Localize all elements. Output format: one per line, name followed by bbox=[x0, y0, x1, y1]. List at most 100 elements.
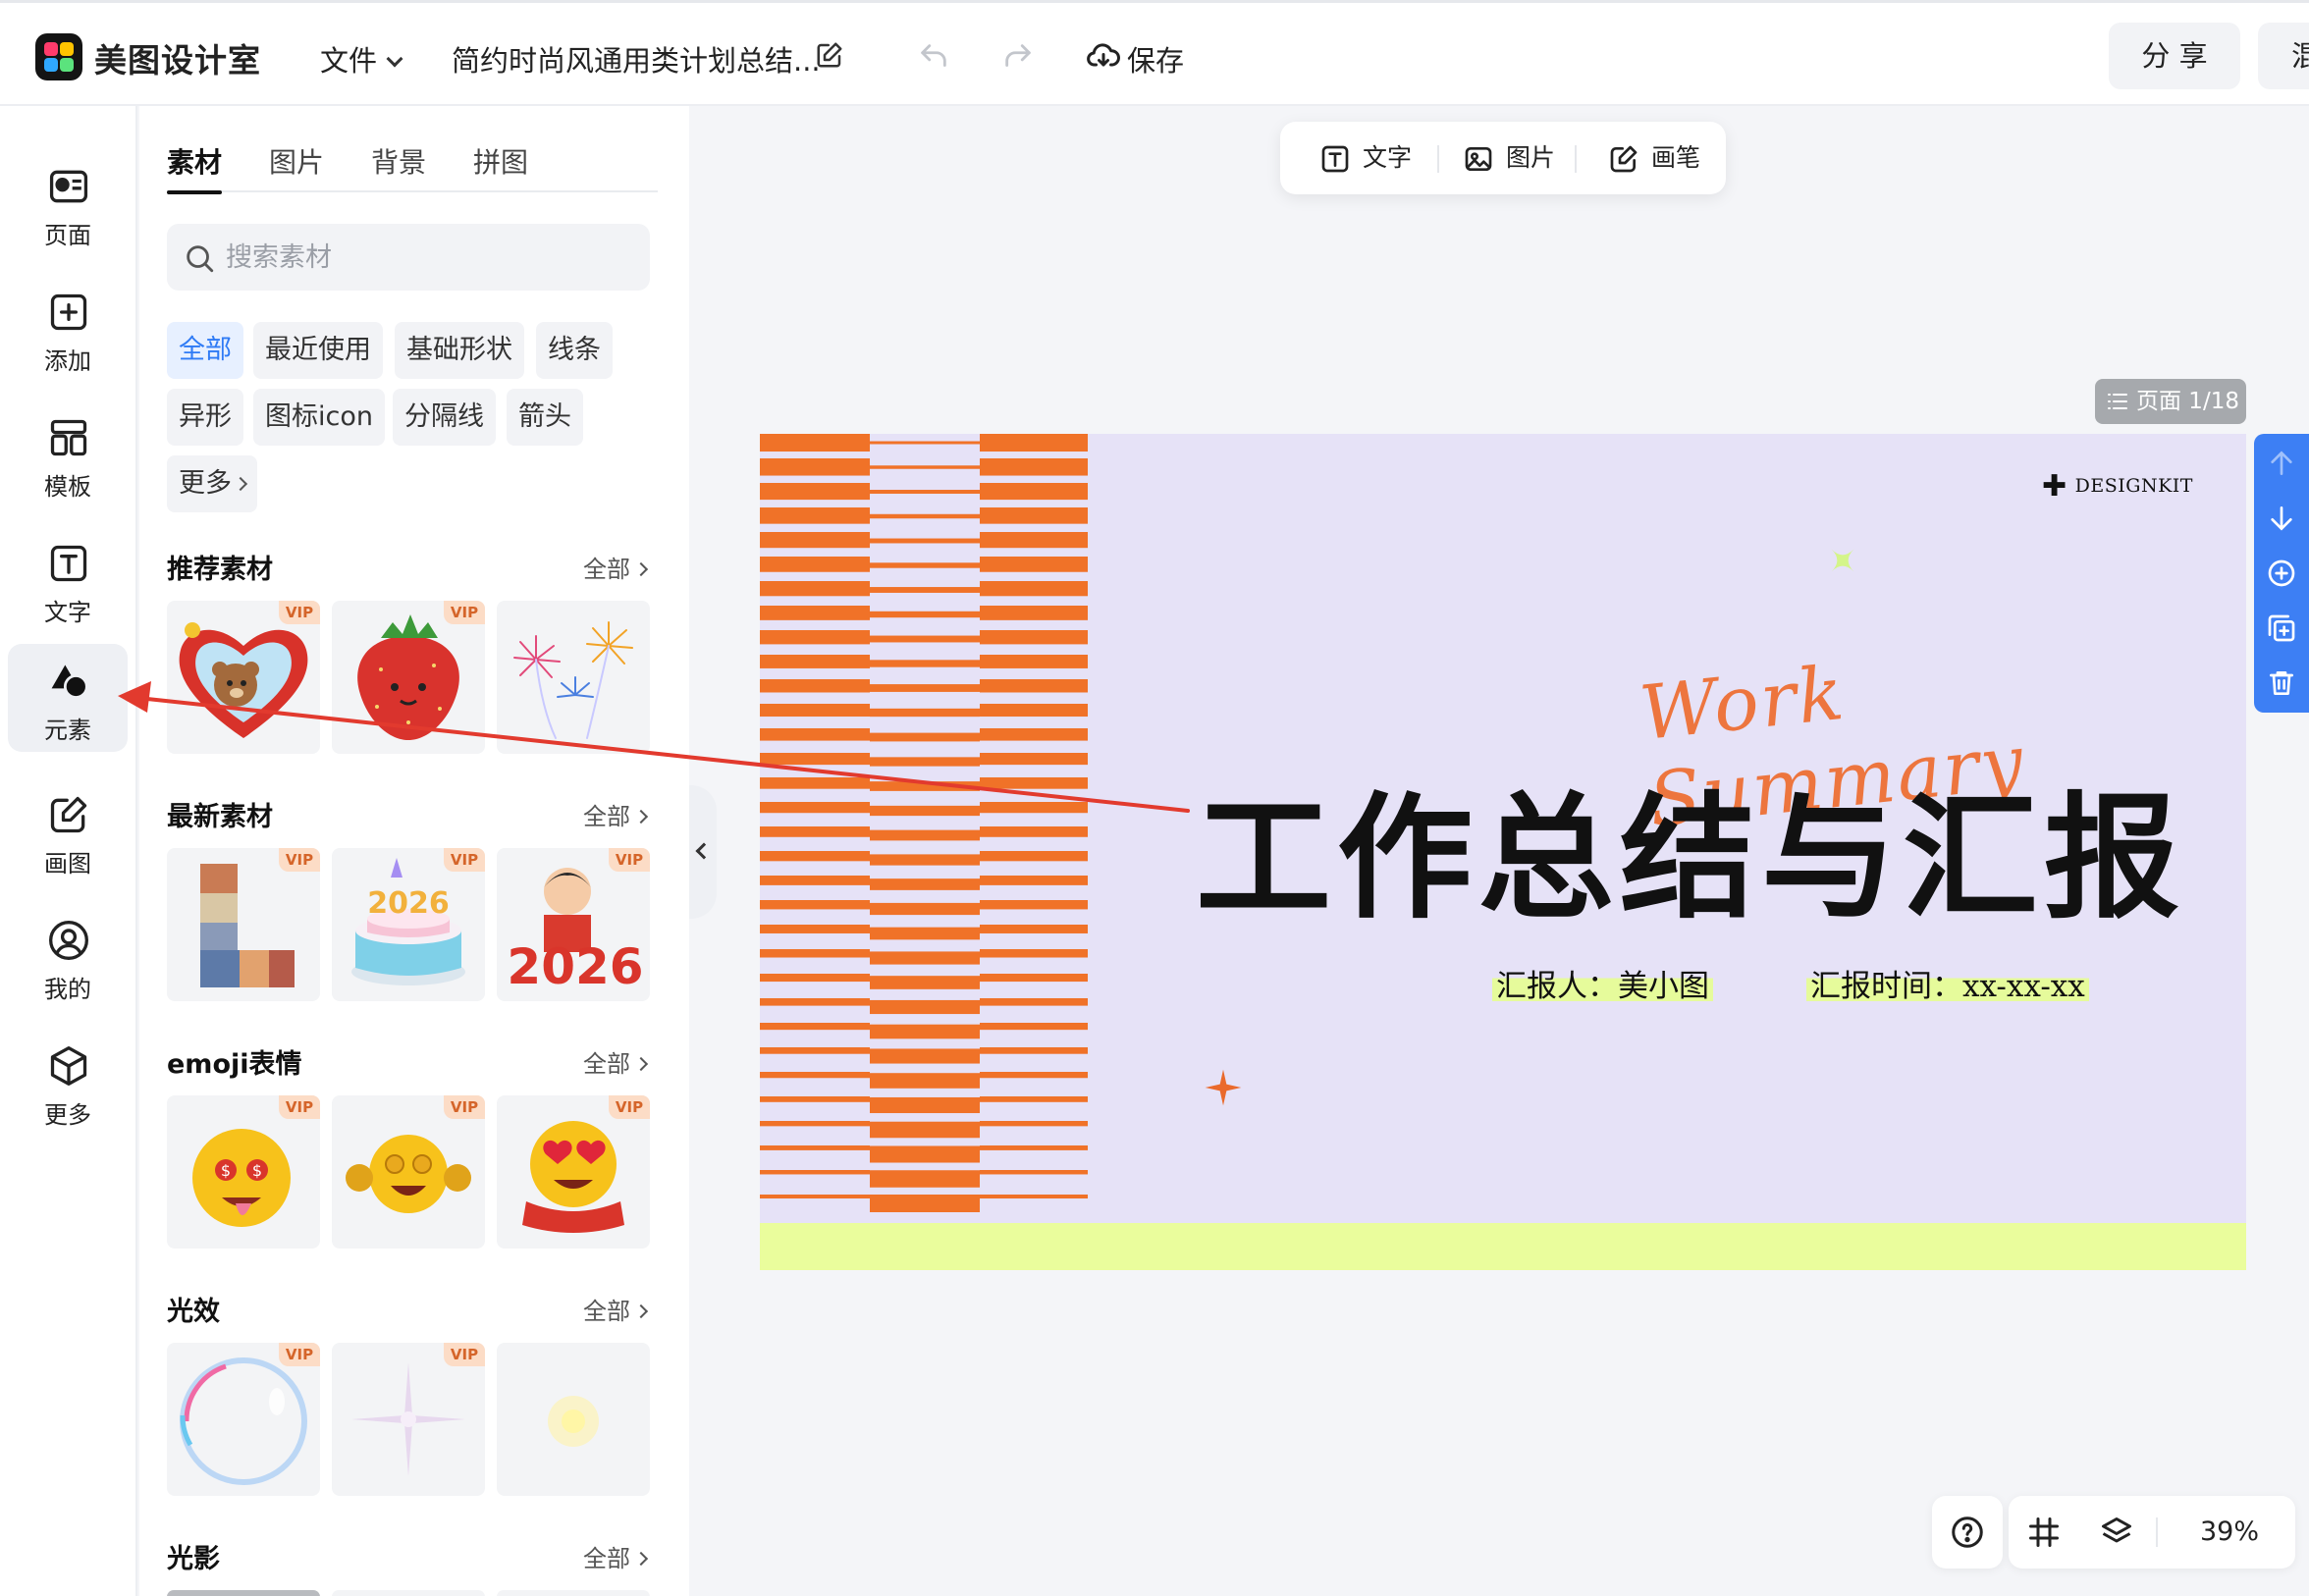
rail-item-mine[interactable]: 我的 bbox=[8, 903, 128, 1013]
section-see-all[interactable]: 全部 bbox=[583, 550, 649, 584]
chip-icons[interactable]: 图标icon bbox=[253, 389, 385, 446]
asset-thumb-2026-cake[interactable]: 2026 VIP bbox=[332, 848, 485, 1001]
stripe-bar bbox=[980, 532, 1088, 549]
chip-recent[interactable]: 最近使用 bbox=[253, 322, 383, 379]
plus-icon: ✚ bbox=[2042, 469, 2067, 504]
section-see-all[interactable]: 全部 bbox=[583, 797, 649, 831]
stripe-bar bbox=[760, 1145, 870, 1150]
asset-thumb-bubble[interactable]: VIP bbox=[167, 1343, 320, 1496]
tab-images[interactable]: 图片 bbox=[269, 141, 324, 181]
stripe-bar bbox=[760, 704, 870, 718]
app-brand: 美图设计室 bbox=[94, 41, 261, 80]
stripe-bar bbox=[870, 927, 980, 940]
chip-arrows[interactable]: 箭头 bbox=[507, 389, 583, 446]
grid-icon[interactable] bbox=[2026, 1515, 2062, 1550]
asset-thumb-heart-eyes-emoji[interactable]: VIP bbox=[497, 1095, 650, 1249]
add-page-icon[interactable] bbox=[2266, 558, 2297, 589]
asset-thumb-shadow-1[interactable] bbox=[167, 1590, 320, 1596]
slide-title[interactable]: 工作总结与汇报 bbox=[1196, 748, 2185, 944]
cloud-save-icon[interactable] bbox=[1086, 38, 1121, 74]
search-icon bbox=[187, 245, 214, 273]
chip-basic-shapes[interactable]: 基础形状 bbox=[395, 322, 524, 379]
stripe-pattern bbox=[760, 434, 1088, 1212]
section-see-all[interactable]: 全部 bbox=[583, 1292, 649, 1326]
chip-more[interactable]: 更多 bbox=[167, 455, 257, 512]
tab-collage[interactable]: 拼图 bbox=[473, 141, 528, 181]
tab-materials[interactable]: 素材 bbox=[167, 141, 223, 194]
search-input[interactable] bbox=[226, 224, 638, 291]
chip-more-label: 更多 bbox=[179, 468, 232, 499]
report-time-text[interactable]: 汇报时间：xx-xx-xx bbox=[1806, 966, 2089, 1004]
delete-page-icon[interactable] bbox=[2266, 667, 2297, 699]
brush-button[interactable]: 画笔 bbox=[1608, 133, 1700, 183]
chip-dividers[interactable]: 分隔线 bbox=[393, 389, 496, 446]
asset-thumb-money-emoji[interactable]: $ $ VIP bbox=[167, 1095, 320, 1249]
redo-icon[interactable] bbox=[1001, 40, 1035, 74]
canvas-toolbar: 文字 图片 画笔 bbox=[1280, 122, 1726, 194]
asset-thumb-heart-bear[interactable]: VIP bbox=[167, 601, 320, 754]
svg-text:$: $ bbox=[252, 1161, 262, 1180]
stripe-bar bbox=[980, 1195, 1088, 1198]
chip-all[interactable]: 全部 bbox=[167, 322, 243, 379]
save-button[interactable]: 保存 bbox=[1127, 38, 1184, 80]
four-point-star-icon[interactable] bbox=[1204, 1068, 1243, 1107]
asset-thumb-sparkle[interactable]: VIP bbox=[332, 1343, 485, 1496]
help-button[interactable] bbox=[1932, 1496, 2003, 1569]
vip-badge: VIP bbox=[444, 1343, 485, 1366]
asset-thumb-coin-emoji[interactable]: VIP bbox=[332, 1095, 485, 1249]
asset-thumb-fireworks[interactable] bbox=[497, 601, 650, 754]
zoom-level[interactable]: 39% bbox=[2175, 1496, 2283, 1569]
sparkle-star-icon[interactable] bbox=[1826, 544, 1859, 577]
app-logo-icon[interactable] bbox=[35, 33, 82, 80]
page-indicator[interactable]: 页面 1/18 bbox=[2095, 379, 2246, 424]
reporter-text[interactable]: 汇报人：美小图 bbox=[1492, 966, 1713, 1004]
file-menu[interactable]: 文件 bbox=[320, 38, 403, 80]
rail-item-elements[interactable]: 元素 bbox=[8, 644, 128, 752]
rail-item-more[interactable]: 更多 bbox=[8, 1029, 128, 1139]
asset-thumb-glow[interactable] bbox=[497, 1343, 650, 1496]
share-button[interactable]: 分 享 bbox=[2109, 23, 2240, 89]
rail-item-label: 模板 bbox=[44, 473, 91, 501]
asset-thumb-shadow-2[interactable] bbox=[332, 1590, 485, 1596]
stripe-bar bbox=[760, 458, 870, 476]
section-see-all[interactable]: 全部 bbox=[583, 1539, 649, 1573]
stripe-bar bbox=[760, 1072, 870, 1079]
undo-icon[interactable] bbox=[917, 40, 950, 74]
stripe-bar bbox=[760, 949, 870, 958]
text-icon bbox=[50, 545, 87, 582]
stripe-bar bbox=[870, 562, 980, 568]
stripe-bar bbox=[760, 606, 870, 620]
vip-badge: VIP bbox=[279, 848, 320, 872]
rail-item-add[interactable]: 添加 bbox=[8, 275, 128, 385]
chevron-right-icon bbox=[633, 1303, 649, 1319]
duplicate-page-icon[interactable] bbox=[2266, 612, 2297, 644]
move-page-down-icon[interactable] bbox=[2266, 503, 2297, 534]
add-text-button[interactable]: 文字 bbox=[1319, 133, 1412, 183]
stripe-bar bbox=[980, 1121, 1088, 1127]
chip-lines[interactable]: 线条 bbox=[536, 322, 613, 379]
move-page-up-icon[interactable] bbox=[2266, 448, 2297, 479]
rail-item-page[interactable]: 页面 bbox=[8, 149, 128, 259]
asset-thumb-shadow-3[interactable] bbox=[497, 1590, 650, 1596]
edit-title-icon[interactable] bbox=[815, 40, 844, 70]
extra-button[interactable]: 混 bbox=[2258, 23, 2309, 89]
document-title[interactable]: 简约时尚风通用类计划总结... bbox=[452, 38, 821, 80]
tab-backgrounds[interactable]: 背景 bbox=[371, 141, 426, 181]
chip-irregular[interactable]: 异形 bbox=[167, 389, 243, 446]
rail-item-template[interactable]: 模板 bbox=[8, 400, 128, 510]
asset-thumb-patchwork-letter[interactable]: VIP bbox=[167, 848, 320, 1001]
design-slide[interactable]: ✚ DESIGNKIT Work Summary 工作总结与汇报 汇报人：美小图 … bbox=[760, 434, 2246, 1270]
section-see-all[interactable]: 全部 bbox=[583, 1044, 649, 1079]
stripe-bar bbox=[870, 1195, 980, 1212]
rail-item-text[interactable]: 文字 bbox=[8, 526, 128, 636]
asset-thumb-strawberry[interactable]: VIP bbox=[332, 601, 485, 754]
layers-icon[interactable] bbox=[2099, 1515, 2134, 1550]
draw-icon bbox=[50, 796, 87, 833]
rail-item-draw[interactable]: 画图 bbox=[8, 777, 128, 887]
brand-mark[interactable]: ✚ DESIGNKIT bbox=[2042, 465, 2193, 504]
add-image-label: 图片 bbox=[1506, 143, 1556, 172]
collapse-panel-handle[interactable] bbox=[689, 785, 717, 919]
stripe-bar bbox=[980, 704, 1088, 718]
add-image-button[interactable]: 图片 bbox=[1463, 133, 1555, 183]
asset-thumb-2026-boy[interactable]: 2026 VIP bbox=[497, 848, 650, 1001]
